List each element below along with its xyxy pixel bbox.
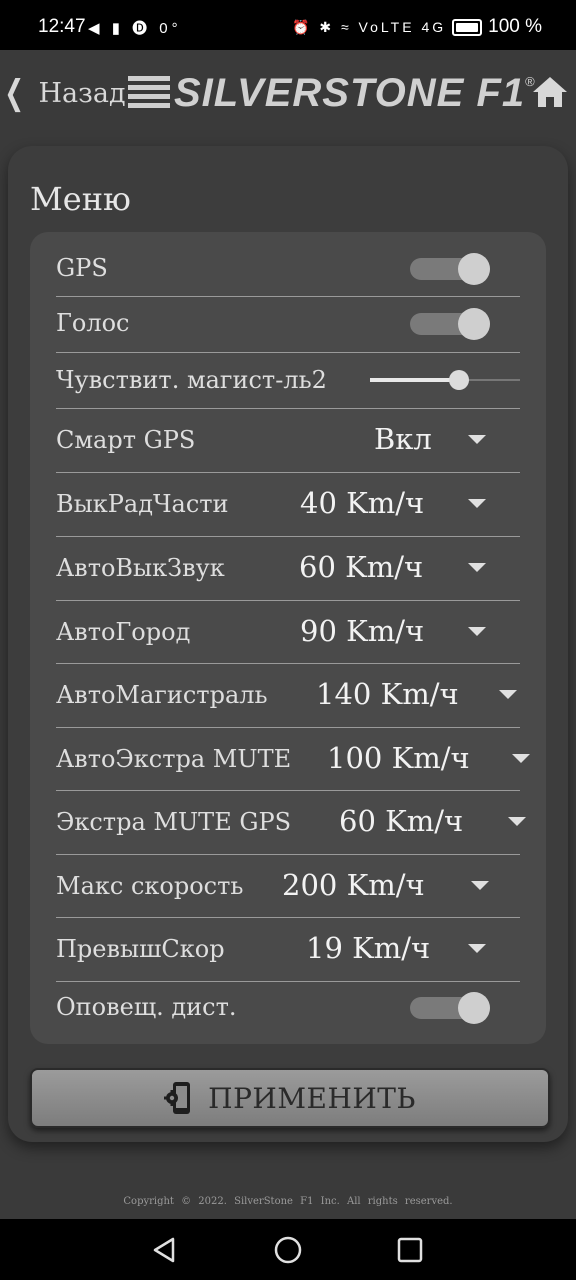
menu-row-auto-highway[interactable]: АвтоМагистраль 140 Km/ч [56,663,520,728]
menu-row-gps: GPS [56,242,520,297]
menu-row-auto-extra-mute[interactable]: АвтоЭкстра MUTE 100 Km/ч [56,727,530,791]
overspeed-value[interactable]: 19 Km/ч [306,931,430,965]
phone-settings-icon [164,1082,191,1114]
auto-city-value[interactable]: 90 Km/ч [300,614,424,648]
status-time: 12:47 [38,16,86,37]
row-label: АвтоМагистраль [56,681,268,709]
logo-text: SILVERSTONE F1 [174,70,526,115]
row-label: Оповещ. дист. [56,993,237,1021]
chevron-down-icon[interactable] [499,690,517,699]
auto-mute-value[interactable]: 60 Km/ч [299,550,423,584]
system-nav-bar [0,1219,576,1280]
circle-home-icon[interactable] [272,1234,304,1266]
home-button[interactable] [530,72,570,112]
battery-icon [452,18,483,36]
row-label: Экстра MUTE GPS [56,808,292,836]
chevron-down-icon[interactable] [512,754,530,763]
square-recents-icon[interactable] [394,1234,426,1266]
row-label: Смарт GPS [56,426,196,454]
row-label: Голос [56,309,130,337]
status-bar: 12:47 ◀ ▮ 🅓 0° ⏰ ✱ ≈ VoLTE 4G 100 % [0,0,576,50]
menu-row-voice: Голос [56,296,520,353]
row-label: АвтоВыкЗвук [56,554,225,582]
chevron-down-icon[interactable] [468,563,486,572]
chevron-left-icon: ❮ [4,73,25,113]
menu-row-radar-parts[interactable]: ВыкРадЧасти 40 Km/ч [56,472,520,537]
status-right-icons: ⏰ ✱ ≈ VoLTE 4G [292,18,447,35]
menu-row-auto-mute[interactable]: АвтоВыкЗвук 60 Km/ч [56,536,520,601]
row-label: Чувствит. магист-ль2 [56,366,327,394]
back-button[interactable]: ❮ Назад [0,72,126,114]
row-label: ПревышСкор [56,935,225,963]
battery-percent: 100 % [488,16,542,37]
chevron-down-icon[interactable] [468,499,486,508]
app-header: ❮ Назад SILVERSTONE F1 ® [0,50,576,140]
menu-title: Меню [30,180,131,218]
voice-toggle[interactable] [410,306,494,342]
menu-card: GPS Голос Чувствит. магист-ль2 Смарт GPS… [30,232,546,1044]
back-label: Назад [38,77,126,109]
home-icon [533,77,567,107]
menu-row-distance-alert: Оповещ. дист. [56,981,520,1037]
logo-speed-lines [128,76,170,110]
menu-row-sensitivity: Чувствит. магист-ль2 [56,352,520,409]
sensitivity-slider[interactable] [370,368,520,392]
chevron-down-icon[interactable] [471,881,489,890]
auto-highway-value[interactable]: 140 Km/ч [316,677,459,711]
apply-label: ПРИМЕНИТЬ [208,1081,416,1115]
row-label: ВыкРадЧасти [56,490,229,518]
menu-row-auto-city[interactable]: АвтоГород 90 Km/ч [56,600,520,664]
row-label: АвтоЭкстра MUTE [56,745,292,773]
menu-row-extra-mute-gps[interactable]: Экстра MUTE GPS 60 Km/ч [56,790,526,855]
distance-alert-toggle[interactable] [410,990,494,1026]
smart-gps-value[interactable]: Вкл [374,422,432,456]
status-right: ⏰ ✱ ≈ VoLTE 4G 100 % [292,16,542,38]
status-left-icons: ◀ ▮ 🅓 0° [88,20,182,37]
row-label: Макс скорость [56,872,244,900]
extra-mute-gps-value[interactable]: 60 Km/ч [339,804,463,838]
max-speed-value[interactable]: 200 Km/ч [282,868,425,902]
menu-row-max-speed[interactable]: Макс скорость 200 Km/ч [56,854,520,918]
row-label: GPS [56,254,108,282]
copyright-text: Copyright © 2022. SilverStone F1 Inc. Al… [123,1196,453,1207]
chevron-down-icon[interactable] [468,944,486,953]
radar-parts-value[interactable]: 40 Km/ч [300,486,424,520]
row-label: АвтоГород [56,618,191,646]
slider-thumb[interactable] [448,370,469,390]
chevron-down-icon[interactable] [468,435,486,444]
gps-toggle[interactable] [410,251,494,287]
menu-row-overspeed[interactable]: ПревышСкор 19 Km/ч [56,917,520,982]
chevron-down-icon[interactable] [508,817,526,826]
chevron-down-icon[interactable] [468,627,486,636]
menu-row-smart-gps[interactable]: Смарт GPS Вкл [56,408,520,473]
auto-extra-mute-value[interactable]: 100 Km/ч [327,741,470,775]
apply-button[interactable]: ПРИМЕНИТЬ [30,1068,550,1128]
triangle-back-icon[interactable] [149,1234,181,1266]
brand-logo: SILVERSTONE F1 ® [128,68,535,118]
